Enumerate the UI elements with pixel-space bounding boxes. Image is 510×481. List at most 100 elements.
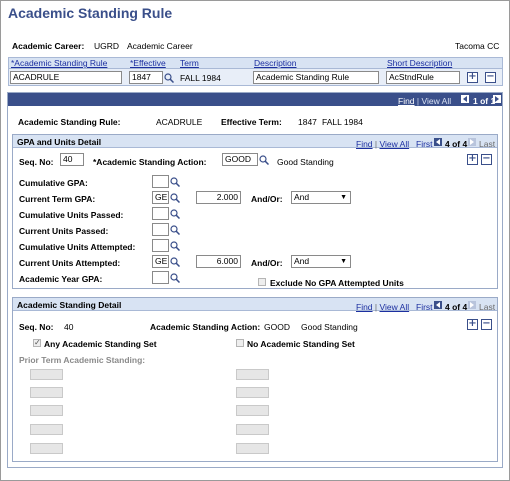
prior-term-field [236,443,269,454]
cur-units-attempted-value-input[interactable]: 6.000 [196,255,241,268]
outer-nav: Find | View All [398,96,452,106]
standing-action-desc: Good Standing [301,322,358,332]
effective-input[interactable]: 1847 [129,71,163,84]
summary-term-code: 1847 [298,117,317,127]
standing-find-link[interactable]: Find [356,302,373,312]
gpa-next-icon[interactable] [468,138,476,146]
no-standing-label: No Academic Standing Set [247,339,355,349]
prior-term-field [236,424,269,435]
cum-gpa-op-input[interactable] [152,175,169,188]
description-input[interactable]: Academic Standing Rule [253,71,379,84]
field-label-cum-gpa: Cumulative GPA: [19,178,88,188]
prior-term-field [30,405,63,416]
gpa-section-title: GPA and Units Detail [17,137,102,147]
exclude-no-gpa-checkbox[interactable] [258,278,266,286]
gpa-action-desc: Good Standing [277,157,334,167]
gpa-last-link[interactable]: Last [479,139,495,149]
short-description-input[interactable]: AcStndRule [386,71,460,84]
term-gpa-op-input[interactable]: GE [152,191,169,204]
cur-units-attempted-andor-value: And [294,256,310,266]
search-icon[interactable] [164,73,174,83]
career-desc: Academic Career [127,41,193,51]
gpa-view-all-link[interactable]: View All [380,139,410,149]
term-gpa-value-input[interactable]: 2.000 [196,191,241,204]
col-header-description[interactable]: Description [254,58,297,68]
standing-action-label: Academic Standing Action: [150,322,261,332]
field-label-cur-units-attempted: Current Units Attempted: [19,258,121,268]
prior-term-field [236,405,269,416]
gpa-first-link[interactable]: First [416,139,433,149]
term-gpa-andor-value: And [294,192,310,202]
prior-term-field [236,369,269,380]
gpa-add-button[interactable]: + [467,154,478,165]
institution-name: Tacoma CC [455,41,500,51]
gpa-action-input[interactable]: GOOD [222,153,258,166]
delete-row-button[interactable]: − [485,72,496,83]
rule-input[interactable]: ACADRULE [10,71,122,84]
field-label-cur-units-passed: Current Units Passed: [19,226,109,236]
field-label-term-gpa: Current Term GPA: [19,194,96,204]
standing-seq-label: Seq. No: [19,322,54,332]
gpa-previous-icon[interactable] [434,138,442,146]
col-header-short-description[interactable]: Short Description [387,58,452,68]
career-code: UGRD [94,41,120,51]
standing-next-icon[interactable] [468,301,476,309]
search-icon[interactable] [170,193,180,203]
summary-term-label: Effective Term: [221,117,282,127]
search-icon[interactable] [170,209,180,219]
search-icon[interactable] [170,225,180,235]
search-icon[interactable] [259,155,269,165]
search-icon[interactable] [170,273,180,283]
prior-term-field [30,424,63,435]
prior-term-field [236,387,269,398]
standing-section-nav: Find | View All [356,302,410,312]
outer-view-all-link[interactable]: View All [422,96,452,106]
field-label-cum-units-passed: Cumulative Units Passed: [19,210,124,220]
search-icon[interactable] [170,177,180,187]
standing-add-button[interactable]: + [467,319,478,330]
cur-units-passed-op-input[interactable] [152,223,169,236]
page-title: Academic Standing Rule [8,5,173,21]
cur-units-attempted-andor-select[interactable]: And ▼ [291,255,351,268]
year-gpa-op-input[interactable] [152,271,169,284]
previous-arrow-icon[interactable] [461,95,469,103]
cum-units-passed-op-input[interactable] [152,207,169,220]
gpa-delete-button[interactable]: − [481,154,492,165]
prior-term-label: Prior Term Academic Standing: [19,355,146,365]
standing-view-all-link[interactable]: View All [380,302,410,312]
term-gpa-andor-label: And/Or: [251,194,283,204]
prior-term-field [30,387,63,398]
add-row-button[interactable]: + [467,72,478,83]
standing-first-link[interactable]: First [416,302,433,312]
search-icon[interactable] [170,257,180,267]
gpa-count: 4 of 4 [445,139,468,149]
exclude-no-gpa-label: Exclude No GPA Attempted Units [270,278,404,288]
chevron-down-icon: ▼ [340,194,347,201]
standing-seq-value: 40 [64,322,74,332]
prior-term-field [30,443,63,454]
term-gpa-andor-select[interactable]: And ▼ [291,191,351,204]
field-label-year-gpa: Academic Year GPA: [19,274,103,284]
gpa-section-nav: Find | View All [356,139,410,149]
standing-delete-button[interactable]: − [481,319,492,330]
summary-rule-label: Academic Standing Rule: [18,117,121,127]
gpa-seq-input[interactable]: 40 [60,153,84,166]
gpa-action-label: *Academic Standing Action: [93,157,207,167]
cur-units-attempted-op-input[interactable]: GE [152,255,169,268]
cum-units-attempted-op-input[interactable] [152,239,169,252]
col-header-effective[interactable]: *Effective [130,58,166,68]
standing-previous-icon[interactable] [434,301,442,309]
no-standing-checkbox[interactable] [236,339,244,347]
summary-term-name: FALL 1984 [322,117,363,127]
standing-last-link[interactable]: Last [479,302,495,312]
outer-find-link[interactable]: Find [398,96,415,106]
field-label-cum-units-attempted: Cumulative Units Attempted: [19,242,136,252]
any-standing-label: Any Academic Standing Set [44,339,157,349]
search-icon[interactable] [170,241,180,251]
chevron-down-icon: ▼ [340,258,347,265]
col-header-term[interactable]: Term [180,58,199,68]
next-arrow-icon[interactable] [493,95,501,103]
col-header-rule[interactable]: *Academic Standing Rule [11,58,107,68]
any-standing-checkbox[interactable]: ✓ [33,339,41,347]
gpa-find-link[interactable]: Find [356,139,373,149]
